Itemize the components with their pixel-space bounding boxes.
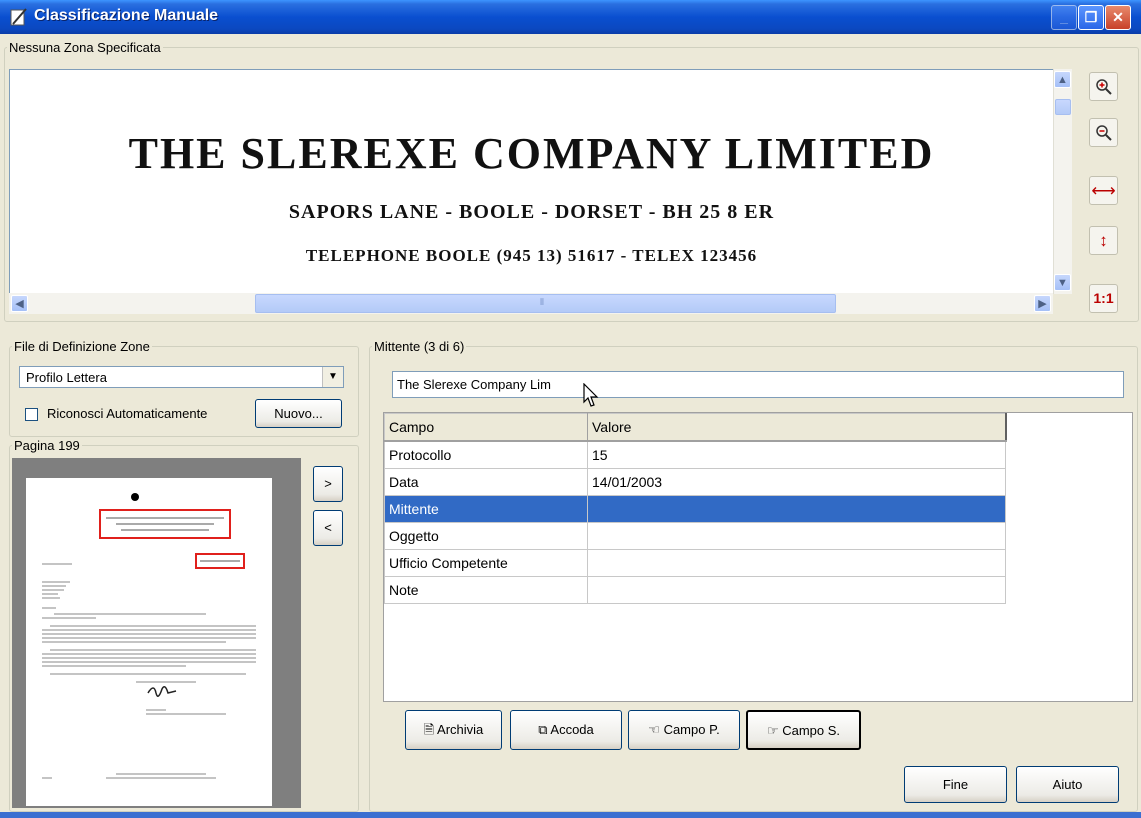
document-icon: 🗎 bbox=[423, 722, 435, 737]
horizontal-scroll-thumb[interactable]: ⦀ bbox=[255, 294, 836, 313]
cell-campo: Data bbox=[384, 468, 588, 496]
cell-valore[interactable]: 15 bbox=[587, 440, 1006, 469]
cell-campo: Note bbox=[384, 576, 588, 604]
cell-valore[interactable] bbox=[587, 549, 1006, 577]
doc-line-address: SAPORS LANE - BOOLE - DORSET - BH 25 8 E… bbox=[288, 201, 775, 223]
next-field-label: Campo S. bbox=[782, 723, 841, 738]
restore-button[interactable]: ❐ bbox=[1078, 5, 1104, 30]
horizontal-scrollbar[interactable]: ◀ ⦀ ▶ bbox=[9, 293, 1053, 314]
scroll-right-button[interactable]: ▶ bbox=[1034, 295, 1051, 312]
table-row-selected[interactable]: Mittente bbox=[384, 495, 1006, 523]
previous-field-button[interactable]: ☜ Campo P. bbox=[628, 710, 740, 750]
next-field-button[interactable]: ☞ Campo S. bbox=[746, 710, 861, 750]
title-bar: Classificazione Manuale _ ❐ ✕ bbox=[0, 0, 1141, 34]
close-button[interactable]: ✕ bbox=[1105, 5, 1131, 30]
zone-definition-legend: File di Definizione Zone bbox=[14, 339, 150, 354]
cell-campo: Oggetto bbox=[384, 522, 588, 550]
cell-campo: Protocollo bbox=[384, 440, 588, 469]
cell-campo: Ufficio Competente bbox=[384, 549, 588, 577]
new-profile-button[interactable]: Nuovo... bbox=[255, 399, 342, 428]
zoom-in-icon[interactable] bbox=[1089, 72, 1118, 101]
cell-valore[interactable] bbox=[587, 495, 1006, 523]
column-header-campo[interactable]: Campo bbox=[384, 413, 588, 442]
page-thumbnail-drawing bbox=[42, 493, 256, 779]
mouse-cursor-icon bbox=[583, 383, 599, 407]
actual-size-button[interactable]: 1:1 bbox=[1089, 284, 1118, 313]
table-row[interactable]: Protocollo 15 bbox=[384, 440, 1006, 469]
fit-width-icon[interactable]: ⟷ bbox=[1089, 176, 1118, 205]
table-row[interactable]: Note bbox=[384, 576, 1006, 604]
table-row[interactable]: Oggetto bbox=[384, 522, 1006, 550]
fit-height-icon[interactable]: ↕ bbox=[1089, 226, 1118, 255]
fields-table: Campo Valore Protocollo 15 Data 14/01/20… bbox=[384, 413, 1007, 604]
auto-recognize-checkbox[interactable] bbox=[25, 408, 38, 421]
pen-paper-icon bbox=[10, 8, 27, 26]
table-row[interactable]: Ufficio Competente bbox=[384, 549, 1006, 577]
previous-page-button[interactable]: < bbox=[313, 510, 343, 546]
table-row[interactable]: Data 14/01/2003 bbox=[384, 468, 1006, 496]
field-edit-legend: Mittente (3 di 6) bbox=[374, 339, 465, 354]
profile-select-value: Profilo Lettera bbox=[26, 370, 107, 385]
hand-left-icon: ☜ bbox=[648, 722, 660, 737]
next-page-button[interactable]: > bbox=[313, 466, 343, 502]
fields-grid[interactable]: Campo Valore Protocollo 15 Data 14/01/20… bbox=[383, 412, 1133, 702]
hand-right-icon: ☞ bbox=[766, 723, 779, 738]
window-title: Classificazione Manuale bbox=[34, 7, 219, 24]
table-header-row: Campo Valore bbox=[384, 413, 1007, 442]
vertical-scrollbar[interactable]: ▲ ▼ bbox=[1053, 69, 1072, 294]
cell-valore[interactable] bbox=[587, 522, 1006, 550]
cell-campo: Mittente bbox=[384, 495, 588, 523]
help-button[interactable]: Aiuto bbox=[1016, 766, 1119, 803]
auto-recognize-label: Riconosci Automaticamente bbox=[47, 406, 208, 421]
zoom-out-icon[interactable] bbox=[1089, 118, 1118, 147]
copy-pages-icon: ⧉ bbox=[538, 722, 548, 737]
doc-line-telephone: TELEPHONE BOOLE (945 13) 51617 - TELEX 1… bbox=[305, 246, 758, 265]
document-image[interactable]: THE SLEREXE COMPANY LIMITED SAPORS LANE … bbox=[9, 69, 1054, 294]
archive-button-label: Archivia bbox=[437, 722, 484, 737]
field-value-input[interactable]: The Slerexe Company Lim bbox=[392, 371, 1124, 398]
profile-select[interactable]: Profilo Lettera ▼ bbox=[19, 366, 344, 388]
zone-label: Nessuna Zona Specificata bbox=[9, 40, 161, 55]
previous-field-label: Campo P. bbox=[663, 722, 720, 737]
grip-icon: ⦀ bbox=[540, 297, 544, 307]
column-header-valore[interactable]: Valore bbox=[587, 413, 1007, 442]
cell-valore[interactable]: 14/01/2003 bbox=[587, 468, 1006, 496]
taskbar-edge bbox=[0, 812, 1141, 818]
append-button-label: Accoda bbox=[550, 722, 594, 737]
vertical-scroll-thumb[interactable] bbox=[1055, 99, 1071, 115]
scroll-up-button[interactable]: ▲ bbox=[1054, 71, 1071, 88]
chevron-down-icon[interactable]: ▼ bbox=[322, 367, 343, 387]
doc-line-company: THE SLEREXE COMPANY LIMITED bbox=[128, 129, 935, 178]
cell-valore[interactable] bbox=[587, 576, 1006, 604]
append-button[interactable]: ⧉ Accoda bbox=[510, 710, 622, 750]
minimize-button[interactable]: _ bbox=[1051, 5, 1077, 30]
scroll-left-button[interactable]: ◀ bbox=[11, 295, 28, 312]
scroll-down-button[interactable]: ▼ bbox=[1054, 274, 1071, 291]
finish-button[interactable]: Fine bbox=[904, 766, 1007, 803]
page-legend: Pagina 199 bbox=[14, 438, 80, 453]
archive-button[interactable]: 🗎 Archivia bbox=[405, 710, 502, 750]
page-thumbnail[interactable] bbox=[26, 478, 272, 806]
